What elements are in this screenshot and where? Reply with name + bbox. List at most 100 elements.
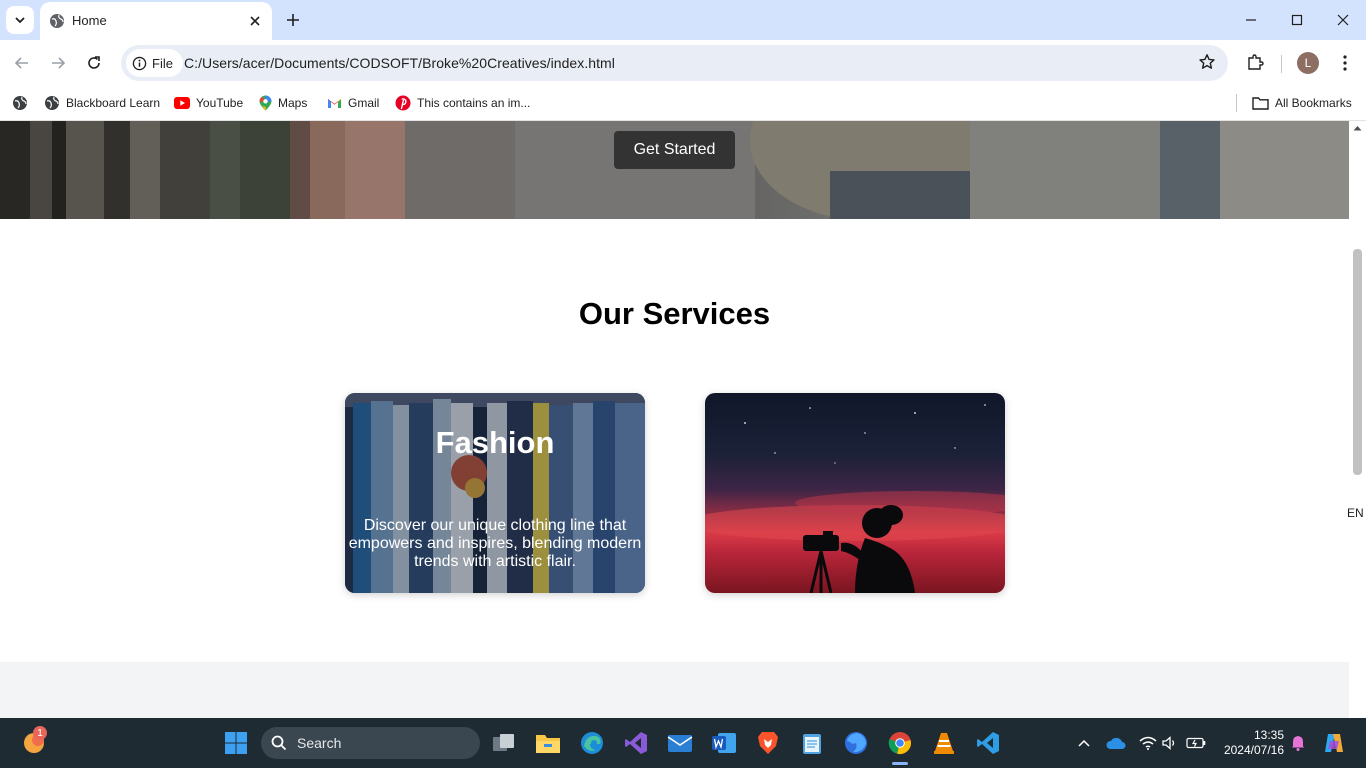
new-tab-button[interactable] [282,9,304,31]
show-hidden-icons-button[interactable] [1070,729,1098,757]
fashion-service-card[interactable]: Fashion Discover our unique clothing lin… [345,393,645,593]
forward-button[interactable] [44,49,72,77]
chrome-app[interactable] [886,729,914,757]
taskbar-search[interactable]: Search [261,727,480,759]
vscode-app[interactable] [974,729,1002,757]
active-tab[interactable]: Home [40,2,272,40]
system-clock[interactable]: 13:35 2024/07/16 [1214,728,1284,758]
chevron-up-icon [1078,739,1090,747]
folder-icon [1252,97,1269,110]
notifications-tray[interactable] [1284,729,1312,757]
youtube-icon [174,97,190,109]
minimize-button[interactable] [1228,0,1274,40]
visual-studio-app[interactable] [622,729,650,757]
pinterest-icon [395,95,411,111]
clock-time: 13:35 [1253,728,1284,742]
search-icon [271,735,287,751]
maps-icon [259,95,272,111]
close-window-button[interactable] [1320,0,1366,40]
onedrive-cloud-icon [1106,737,1126,749]
arrow-right-icon [52,57,66,69]
reload-button[interactable] [80,49,108,77]
wifi-icon [1139,736,1157,750]
mail-app[interactable] [666,729,694,757]
bookmark-label: Blackboard Learn [66,96,161,110]
site-info-chip[interactable]: File [126,49,183,77]
speaker-icon [1162,736,1175,750]
firefox-icon [845,732,867,754]
more-vert-icon [1343,55,1347,71]
tab-title: Home [72,13,107,28]
task-view-icon [493,734,514,751]
taskbar-search-label: Search [297,735,342,751]
firefox-app[interactable] [842,729,870,757]
address-bar[interactable]: File C:/Users/acer/Documents/CODSOFT/Bro… [121,45,1228,81]
file-explorer-app[interactable] [534,729,562,757]
plus-icon [287,14,299,26]
extensions-button[interactable] [1242,49,1268,75]
bookmark-blackboard[interactable]: Blackboard Learn [44,93,160,113]
clock-date: 2024/07/16 [1223,743,1284,757]
bookmark-label: This contains an im... [417,96,531,110]
minimize-icon [1246,19,1256,21]
url-text[interactable]: C:/Users/acer/Documents/CODSOFT/Broke%20… [184,55,615,71]
bookmark-pinterest[interactable]: This contains an im... [395,93,530,113]
profile-avatar[interactable]: L [1297,52,1319,74]
bookmark-apps[interactable] [12,93,28,113]
puzzle-icon [1248,54,1264,70]
brave-lion-icon [758,732,778,754]
copilot-button[interactable] [1320,729,1348,757]
visual-studio-icon [625,732,647,754]
battery-charging-icon [1186,737,1206,749]
bookmark-star-icon[interactable] [1198,53,1216,71]
scrollbar-thumb[interactable] [1353,249,1362,475]
close-icon [1337,14,1349,26]
globe-icon [45,96,59,110]
services-heading: Our Services [578,296,771,331]
tab-strip: Home [0,0,1366,40]
footer-section [0,662,1349,718]
vlc-app[interactable] [930,729,958,757]
back-button[interactable] [8,49,36,77]
maximize-button[interactable] [1274,0,1320,40]
bookmark-label: YouTube [196,96,244,110]
page-scrollbar[interactable] [1349,121,1366,718]
tab-search-button[interactable] [6,6,34,34]
site-info-label: File [152,55,173,71]
start-button[interactable] [222,729,250,757]
vscode-icon [977,732,999,754]
bookmark-youtube[interactable]: YouTube [174,93,243,113]
scroll-up-arrow-icon[interactable] [1353,125,1362,131]
photographer-silhouette-image [705,404,1005,593]
tab-close-button[interactable] [246,12,264,30]
maximize-icon [1291,14,1303,26]
globe-icon [50,14,64,28]
bookmark-maps[interactable]: Maps [259,93,307,113]
reload-icon [88,56,100,69]
word-app[interactable] [710,729,738,757]
photography-service-card[interactable] [705,393,1005,593]
arrow-left-icon [14,57,28,69]
bookmark-label: Gmail [348,96,380,110]
bell-icon [1292,736,1304,751]
folder-icon [536,735,560,753]
battery-tray[interactable] [1182,729,1210,757]
brave-app[interactable] [754,729,782,757]
copilot-icon [1325,734,1343,752]
page-viewport: Get Started Our Services Fashion Discove… [0,121,1349,718]
chrome-menu-button[interactable] [1333,50,1357,76]
windows-taskbar: 1 Search 13:35 2024/07/16 [0,718,1366,768]
input-language-indicator[interactable]: EN [1347,506,1364,520]
notepad-app[interactable] [798,729,826,757]
onedrive-tray[interactable] [1102,729,1130,757]
volume-tray[interactable] [1156,729,1184,757]
edge-app[interactable] [578,729,606,757]
all-bookmarks[interactable]: All Bookmarks [1252,93,1352,113]
info-icon [132,56,147,70]
browser-toolbar: File C:/Users/acer/Documents/CODSOFT/Bro… [0,40,1366,86]
task-view-button[interactable] [490,729,518,757]
get-started-button[interactable]: Get Started [614,131,735,169]
bookmark-gmail[interactable]: Gmail [327,93,379,113]
mail-icon [667,735,693,752]
toolbar-divider [1281,55,1282,73]
